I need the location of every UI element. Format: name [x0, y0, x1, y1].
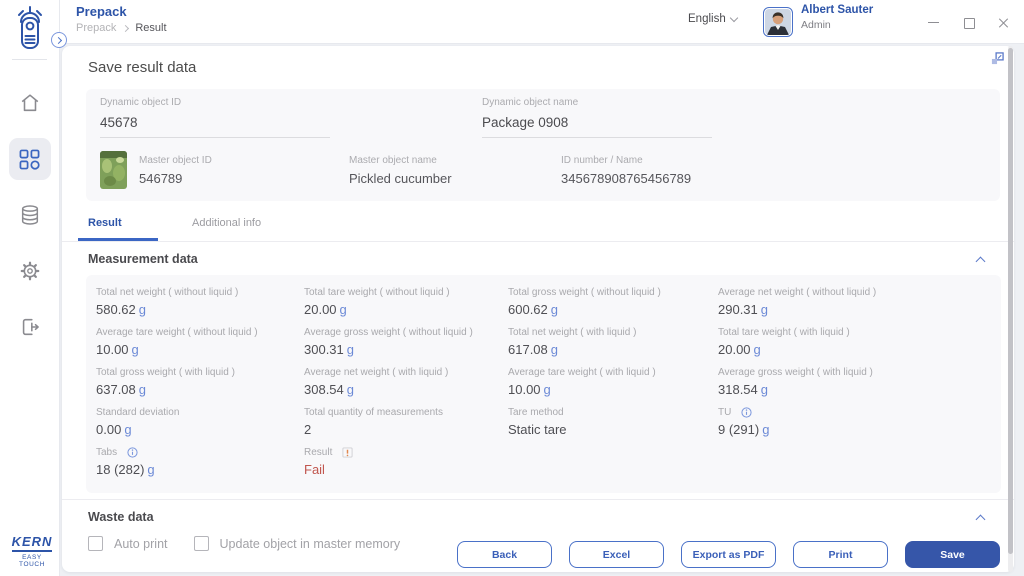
user-name: Albert Sauter [801, 4, 873, 16]
sidebar-item-settings[interactable] [9, 250, 51, 292]
save-button[interactable]: Save [905, 541, 1000, 568]
sidebar-item-apps[interactable] [9, 138, 51, 180]
sidebar-item-home[interactable] [9, 82, 51, 124]
id-number-field: ID number / Name 345678908765456789 [561, 155, 691, 186]
section-divider [62, 499, 1014, 500]
id-number-value: 345678908765456789 [561, 171, 691, 186]
measurement-field: Total gross weight ( with liquid ) 637.0… [96, 365, 304, 405]
result-fail-value: Fail [304, 462, 508, 477]
checkbox-icon [88, 536, 103, 551]
back-button[interactable]: Back [457, 541, 552, 568]
expand-panel-icon[interactable] [991, 52, 1004, 65]
measurement-data-panel: Total net weight ( without liquid ) 580.… [86, 275, 1001, 493]
scrollbar[interactable] [1008, 46, 1013, 572]
sidebar-expand-button[interactable] [51, 32, 67, 48]
measurement-field: Total net weight ( with liquid ) 617.08g [508, 325, 718, 365]
measurement-data-title: Measurement data [88, 252, 198, 266]
measurement-field: Total net weight ( without liquid ) 580.… [96, 285, 304, 325]
gear-icon [19, 260, 41, 282]
info-icon[interactable] [127, 447, 138, 458]
waste-data-title: Waste data [88, 510, 154, 524]
measurement-field: Average net weight ( with liquid ) 308.5… [304, 365, 508, 405]
export-pdf-button[interactable]: Export as PDF [681, 541, 776, 568]
master-object-id-value: 546789 [139, 171, 337, 186]
breadcrumb: Prepack Result [76, 22, 167, 34]
apps-grid-icon [19, 149, 40, 170]
breadcrumb-parent[interactable]: Prepack [76, 22, 116, 34]
logout-icon [19, 316, 41, 338]
tab-additional-info[interactable]: Additional info [182, 212, 262, 241]
avatar-photo [765, 9, 791, 35]
master-object-name-field: Master object name Pickled cucumber [349, 155, 549, 186]
dynamic-object-id-input[interactable]: 45678 [100, 115, 330, 138]
chevron-right-icon [54, 36, 61, 43]
field-label: ID number / Name [561, 155, 691, 166]
scrollbar-thumb[interactable] [1008, 48, 1013, 554]
excel-button[interactable]: Excel [569, 541, 664, 568]
maximize-icon[interactable] [962, 16, 975, 29]
auto-print-checkbox[interactable]: Auto print [88, 536, 168, 551]
sidebar-divider [12, 59, 47, 60]
kern-brand-name: KERN [12, 534, 53, 552]
home-icon [19, 92, 41, 114]
measurement-field-tu: TU 9 (291)g [718, 405, 991, 445]
sidebar-item-logout[interactable] [9, 306, 51, 348]
measurement-field: Total tare weight ( with liquid ) 20.00g [718, 325, 991, 365]
dynamic-object-name-input[interactable]: Package 0908 [482, 115, 712, 138]
tab-bar: Result Additional info [62, 212, 1014, 242]
section-heading: Save result data [88, 59, 1014, 76]
print-button[interactable]: Print [793, 541, 888, 568]
page-title: Prepack [76, 4, 167, 19]
tab-result[interactable]: Result [78, 212, 158, 241]
field-label: Dynamic object name [482, 97, 712, 108]
language-label: English [688, 13, 726, 25]
measurement-field: Standard deviation 0.00g [96, 405, 304, 445]
measurement-field: Tare method Static tare [508, 405, 718, 445]
database-icon [19, 204, 41, 226]
measurement-field: Average net weight ( without liquid ) 29… [718, 285, 991, 325]
info-icon[interactable] [741, 407, 752, 418]
collapse-chevron-icon[interactable] [976, 514, 986, 524]
field-label: Master object ID [139, 155, 337, 166]
measurement-field: Average tare weight ( with liquid ) 10.0… [508, 365, 718, 405]
dynamic-object-name-field: Dynamic object name Package 0908 [482, 97, 712, 138]
warning-icon[interactable] [342, 447, 353, 458]
user-role: Admin [801, 19, 873, 31]
field-label: Master object name [349, 155, 549, 166]
header: Prepack Prepack Result English Albert Sa… [60, 0, 1024, 44]
window-controls [927, 0, 1010, 44]
measurement-field: Total quantity of measurements 2 [304, 405, 508, 445]
field-label: Dynamic object ID [100, 97, 330, 108]
checkbox-icon [194, 536, 209, 551]
measurement-field: Average tare weight ( without liquid ) 1… [96, 325, 304, 365]
sidebar: KERN EASY TOUCH [0, 0, 60, 576]
minimize-icon[interactable] [927, 16, 940, 29]
dynamic-object-id-field: Dynamic object ID 45678 [100, 97, 330, 138]
collapse-chevron-icon[interactable] [976, 256, 986, 266]
save-result-data-panel: Save result data Dynamic object ID 45678… [62, 46, 1014, 572]
user-info[interactable]: Albert Sauter Admin [801, 4, 873, 31]
measurement-field: Average gross weight ( with liquid ) 318… [718, 365, 991, 405]
master-object-id-field: Master object ID 546789 [139, 155, 337, 186]
measurement-field: Total tare weight ( without liquid ) 20.… [304, 285, 508, 325]
chevron-right-icon [122, 24, 129, 31]
sidebar-item-database[interactable] [9, 194, 51, 236]
chevron-down-icon [729, 13, 737, 21]
measurement-field-tabs: Tabs 18 (282)g [96, 445, 304, 485]
kern-brand-logo: KERN EASY TOUCH [9, 533, 55, 568]
measurement-field-result: Result Fail [304, 445, 508, 485]
object-info-panel: Dynamic object ID 45678 Dynamic object n… [86, 89, 1000, 201]
kern-brand-sub: EASY TOUCH [9, 554, 55, 568]
measurement-field: Total gross weight ( without liquid ) 60… [508, 285, 718, 325]
measurement-field: Average gross weight ( without liquid ) … [304, 325, 508, 365]
master-object-image [100, 151, 127, 189]
avatar[interactable] [763, 7, 793, 37]
update-object-checkbox[interactable]: Update object in master memory [194, 536, 401, 551]
breadcrumb-current: Result [135, 22, 166, 34]
close-icon[interactable] [997, 16, 1010, 29]
master-object-name-value: Pickled cucumber [349, 171, 549, 186]
language-selector[interactable]: English [688, 13, 737, 25]
